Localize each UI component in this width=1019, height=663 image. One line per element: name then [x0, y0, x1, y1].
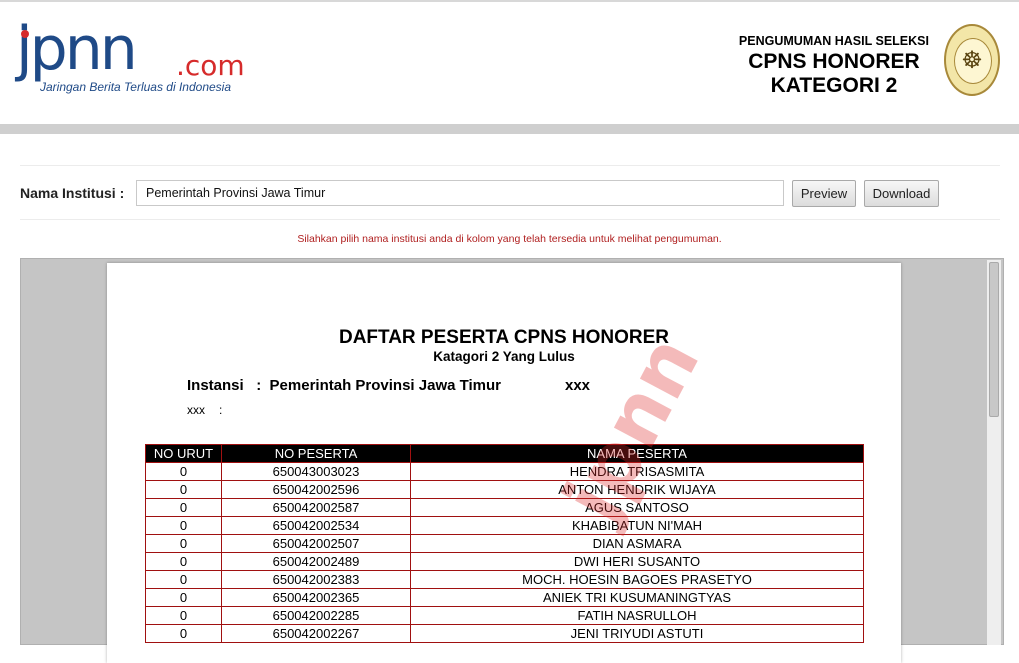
cell-nama-peserta: DWI HERI SUSANTO [410, 552, 864, 571]
cell-no-peserta: 650042002596 [221, 480, 411, 499]
cell-no-urut: 0 [145, 624, 222, 643]
table-row: 0 650042002285 FATIH NASRULLOH [145, 606, 864, 625]
cell-nama-peserta: DIAN ASMARA [410, 534, 864, 553]
cell-no-peserta: 650042002365 [221, 588, 411, 607]
announcement-line-1: PENGUMUMAN HASIL SELEKSI [738, 34, 929, 48]
document-sub-field: xxx: [187, 403, 222, 417]
cell-no-urut: 0 [145, 462, 222, 481]
institution-input[interactable]: Pemerintah Provinsi Jawa Timur [136, 180, 784, 206]
cell-no-peserta: 650042002507 [221, 534, 411, 553]
cell-no-urut: 0 [145, 552, 222, 571]
pdf-page: DAFTAR PESERTA CPNS HONORER Katagori 2 Y… [107, 263, 901, 663]
preview-button[interactable]: Preview [792, 180, 856, 207]
table-row: 0 650042002507 DIAN ASMARA [145, 534, 864, 553]
institution-label-text: Nama Institusi [20, 185, 116, 201]
logo-domain-text: .com [176, 49, 245, 82]
cell-no-urut: 0 [145, 570, 222, 589]
document-title: DAFTAR PESERTA CPNS HONORER [338, 327, 670, 348]
institution-label: Nama Institusi : [20, 185, 124, 201]
cell-nama-peserta: KHABIBATUN NI'MAH [410, 516, 864, 535]
header-no-urut: NO URUT [145, 444, 222, 463]
header-nama-peserta: NAMA PESERTA [410, 444, 864, 463]
table-row: 0 650042002596 ANTON HENDRIK WIJAYA [145, 480, 864, 499]
cell-no-urut: 0 [145, 480, 222, 499]
institution-label-separator: : [119, 185, 125, 201]
sub-field-separator: : [219, 403, 223, 417]
header-gray-band [0, 124, 1019, 134]
logo-tagline: Jaringan Berita Terluas di Indonesia [40, 80, 232, 94]
cell-no-peserta: 650042002534 [221, 516, 411, 535]
form-divider-bottom [20, 219, 1000, 220]
cell-no-urut: 0 [145, 516, 222, 535]
cell-nama-peserta: JENI TRIYUDI ASTUTI [410, 624, 864, 643]
participant-table: NO URUT NO PESERTA NAMA PESERTA 0 6500430… [145, 444, 864, 643]
instansi-code: xxx [565, 377, 591, 394]
site-header: jpnn .com Jaringan Berita Terluas di Ind… [0, 2, 1019, 124]
government-seal-icon: ☸ [944, 24, 1000, 96]
cell-no-urut: 0 [145, 498, 222, 517]
cell-nama-peserta: ANIEK TRI KUSUMANINGTYAS [410, 588, 864, 607]
document-subtitle: Katagori 2 Yang Lulus [433, 349, 575, 364]
cell-no-peserta: 650042002383 [221, 570, 411, 589]
table-row: 0 650042002489 DWI HERI SUSANTO [145, 552, 864, 571]
table-row: 0 650042002383 MOCH. HOESIN BAGOES PRASETY… [145, 570, 864, 589]
cell-no-peserta: 650042002489 [221, 552, 411, 571]
cell-nama-peserta: MOCH. HOESIN BAGOES PRASETYO [410, 570, 864, 589]
table-header-row: NO URUT NO PESERTA NAMA PESERTA [145, 444, 864, 463]
logo-brand-text: jpnn [16, 14, 138, 84]
cell-no-peserta: 650043003023 [221, 462, 411, 481]
viewer-scrollbar-thumb[interactable] [989, 262, 999, 417]
cell-no-urut: 0 [145, 606, 222, 625]
table-row: 0 650042002534 KHABIBATUN NI'MAH [145, 516, 864, 535]
table-row: 0 650042002365 ANIEK TRI KUSUMANINGTYAS [145, 588, 864, 607]
instansi-label: Instansi [187, 377, 244, 394]
logo-dot-icon [21, 30, 29, 38]
cell-no-peserta: 650042002587 [221, 498, 411, 517]
cell-nama-peserta: FATIH NASRULLOH [410, 606, 864, 625]
instansi-value: Pemerintah Provinsi Jawa Timur [269, 377, 502, 394]
cell-no-urut: 0 [145, 588, 222, 607]
header-no-peserta: NO PESERTA [221, 444, 411, 463]
jpnn-logo[interactable]: jpnn .com Jaringan Berita Terluas di Ind… [14, 14, 284, 102]
table-row: 0 650042002587 AGUS SANTOSO [145, 498, 864, 517]
announcement-line-2: CPNS HONORER [748, 50, 920, 73]
cell-nama-peserta: HENDRA TRISASMITA [410, 462, 864, 481]
ship-wheel-icon: ☸ [961, 47, 983, 74]
announcement-heading: PENGUMUMAN HASIL SELEKSI CPNS HONORER KA… [739, 34, 929, 98]
table-row: 0 650043003023 HENDRA TRISASMITA [145, 462, 864, 481]
sub-field-label: xxx [187, 403, 205, 417]
instruction-hint: Silahkan pilih nama institusi anda di ko… [297, 233, 722, 245]
cell-no-peserta: 650042002285 [221, 606, 411, 625]
table-row: 0 650042002267 JENI TRIYUDI ASTUTI [145, 624, 864, 643]
cell-nama-peserta: AGUS SANTOSO [410, 498, 864, 517]
document-instansi: Instansi : Pemerintah Provinsi Jawa Timu… [187, 377, 590, 394]
cell-nama-peserta: ANTON HENDRIK WIJAYA [410, 480, 864, 499]
cell-no-urut: 0 [145, 534, 222, 553]
instansi-separator: : [256, 377, 262, 394]
download-button[interactable]: Download [864, 180, 939, 207]
announcement-line-3: KATEGORI 2 [770, 74, 898, 97]
cell-no-peserta: 650042002267 [221, 624, 411, 643]
form-divider-top [20, 165, 1000, 166]
